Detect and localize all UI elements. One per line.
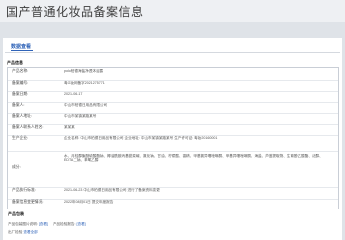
packaging-section: 产品包装 产品包装图片说明: [查看] 产品检验报告: [查看] 出厂检验 查看… [3,209,342,240]
row-value: polo柏德海盐净透沐浴露 [64,69,104,73]
row-label: 生产企业: [12,136,29,140]
row-value: 水、月桂醇聚醚硫酸酯钠、椰油酰胺丙基甜菜碱、氯化钠、甘油、柠檬酸、香精、甲基氯异… [64,154,323,163]
row-label: 产品执行标准: [12,188,36,192]
section-title-product-info: 产品信息 [7,60,23,65]
view-all-link[interactable]: 查看全部 [23,230,37,234]
row-label: 备案日期: [12,92,29,96]
row-value: 中山市某镇某路某号 [64,114,97,118]
row-value: 2021-06-17 [64,92,83,96]
row-label: 备案编号: [12,81,29,85]
info-row: 生产企业: 企业名称: 中山市柏德日用品有限公司 企业地址: 中山市某镇某路某号… [8,135,338,152]
active-tab-indicator [11,50,33,51]
info-row: 成分: 水、月桂醇聚醚硫酸酯钠、椰油酰胺丙基甜菜碱、氯化钠、甘油、柠檬酸、香精、… [8,151,338,188]
row-label: 备案人联系人姓名: [12,125,44,129]
inspection-report-label: 产品检验报告: [52,222,76,226]
row-label: 产品名称: [12,69,29,73]
section-title-packaging: 产品包装 [8,211,24,216]
row-value: 2022年08月01日 提交年度报告 [64,200,114,204]
view-packaging-link[interactable]: [查看] [39,222,48,226]
inspection-row: 出厂检验 查看全部 [8,230,38,235]
row-value: 企业名称: 中山市柏德日用品有限公司 企业地址: 中山市某镇某路某号 生产许可证… [64,136,218,140]
packaging-links-row: 产品包装图片说明: [查看] 产品检验报告: [查看] [8,222,86,227]
row-label: 备案人地址: [12,114,33,118]
view-report-link[interactable]: [查看] [77,222,86,226]
row-value: 中山市柏德日用品有限公司 [64,103,108,107]
row-value: 粤G妆网备字2021275771 [64,81,105,85]
packaging-image-label: 产品包装图片说明: [8,222,38,226]
row-label: 备案信息变更情况: [12,200,44,204]
row-label: 成分: [12,165,21,169]
tab-data-view[interactable]: 数据查看 [11,43,31,50]
row-value: 2021-06-23 中山市柏德日用品有限公司 进行了备案资料变更 [64,188,160,192]
row-value: 某某某 [64,125,75,129]
site-header: 国产普通化妆品备案信息 [0,0,345,22]
page-title: 国产普通化妆品备案信息 [6,4,144,19]
inspection-prefix: 出厂检验 [8,230,23,234]
row-label: 备案人: [12,103,25,107]
divider [5,52,340,53]
